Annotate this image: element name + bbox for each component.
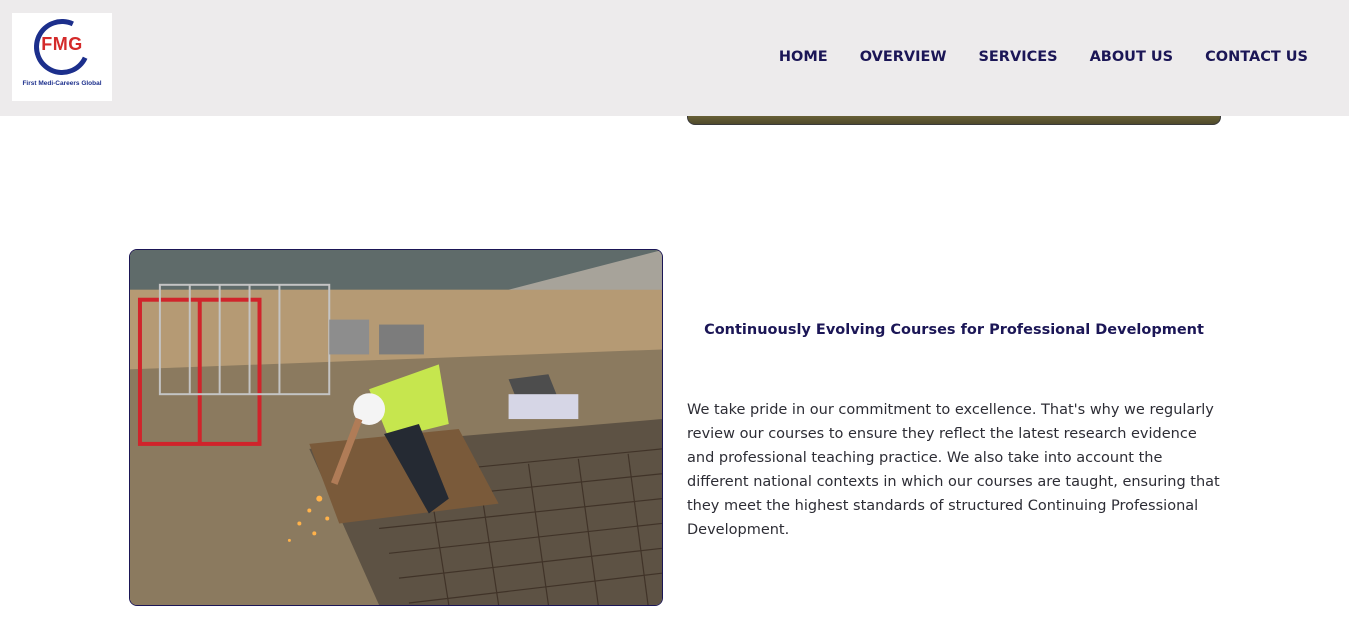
company-logo[interactable]: FMG First Medi-Careers Global bbox=[12, 11, 112, 101]
main-nav: HOME OVERVIEW SERVICES ABOUT US CONTACT … bbox=[779, 49, 1308, 65]
nav-home[interactable]: HOME bbox=[779, 49, 828, 65]
logo-mark: FMG bbox=[41, 34, 83, 54]
photo-illustration bbox=[130, 250, 662, 605]
nav-services[interactable]: SERVICES bbox=[978, 49, 1057, 65]
logo-tagline: First Medi-Careers Global bbox=[22, 80, 102, 87]
nav-overview[interactable]: OVERVIEW bbox=[860, 49, 947, 65]
nav-about-us[interactable]: ABOUT US bbox=[1090, 49, 1174, 65]
site-header: FMG First Medi-Careers Global HOME OVERV… bbox=[0, 0, 1349, 116]
section-body-text: We take pride in our commitment to excel… bbox=[687, 402, 1220, 538]
nav-contact-us[interactable]: CONTACT US bbox=[1205, 49, 1308, 65]
section-heading: Continuously Evolving Courses for Profes… bbox=[704, 322, 1204, 338]
construction-worker-photo bbox=[129, 249, 663, 606]
